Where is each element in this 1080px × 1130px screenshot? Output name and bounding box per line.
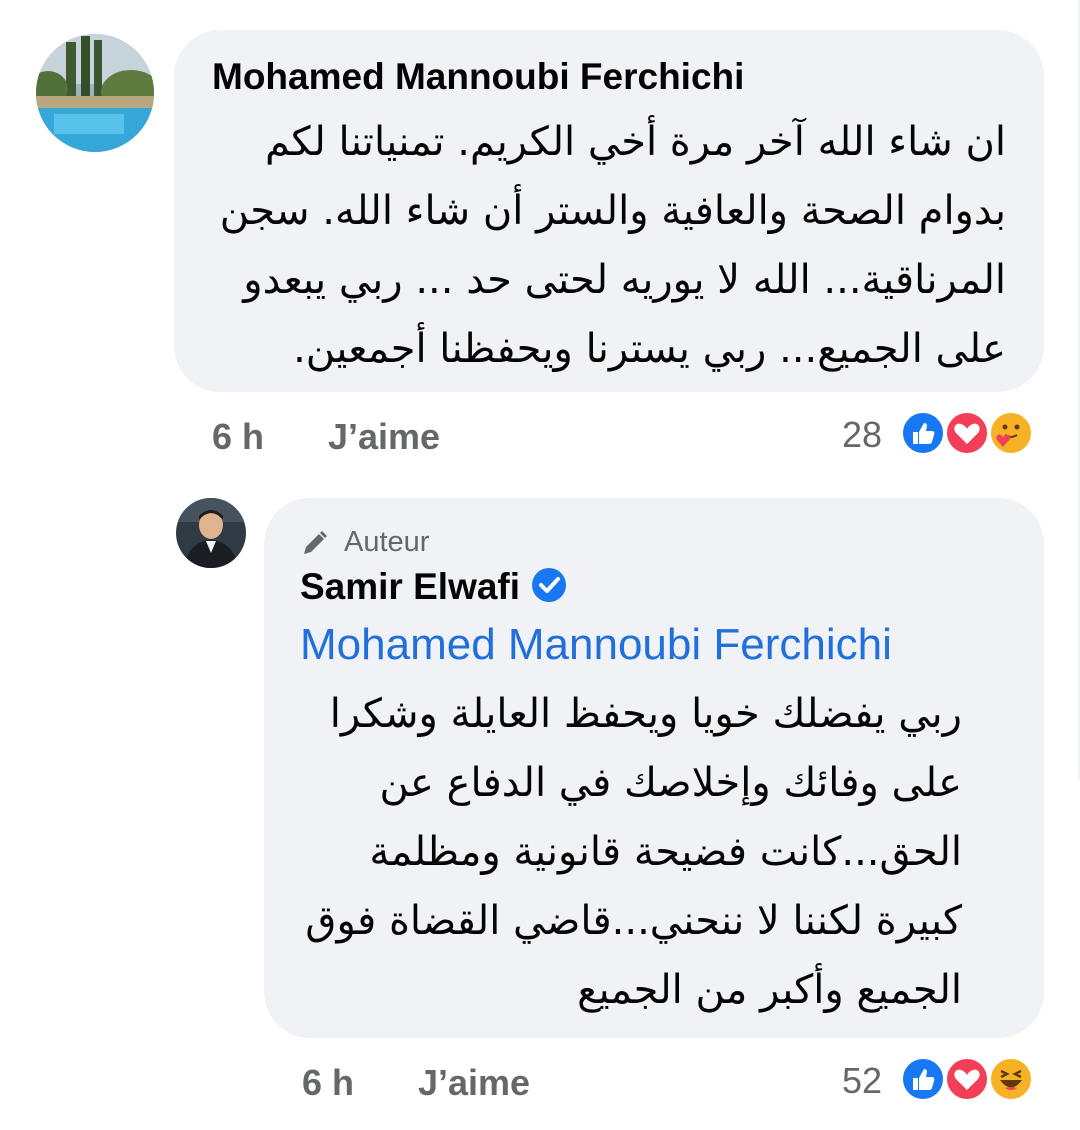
author-badge: Auteur	[300, 526, 429, 559]
pencil-icon	[304, 530, 327, 554]
haha-icon[interactable]	[988, 1056, 1034, 1102]
reply-line: كبيرة لكننا لا ننحني...قاضي القضاة فوق	[305, 898, 962, 944]
love-icon[interactable]	[944, 1056, 990, 1102]
edge-divider	[1068, 0, 1080, 780]
like-icon[interactable]	[900, 1056, 946, 1102]
reply-author-label[interactable]: Samir Elwafi	[300, 566, 520, 607]
care-icon[interactable]	[988, 410, 1034, 456]
comment-timestamp[interactable]: 6 h	[212, 416, 264, 458]
reply-timestamp[interactable]: 6 h	[302, 1062, 354, 1104]
comment-line: بدوام الصحة والعافية والستر أن شاء الله.…	[219, 188, 1006, 234]
like-icon[interactable]	[900, 410, 946, 456]
author-badge-label: Auteur	[344, 526, 430, 558]
like-button[interactable]: J’aime	[328, 416, 440, 458]
reply-text: ربي يفضلك خويا ويحفظ العايلة وشكرا على و…	[262, 680, 962, 1025]
reply-line: الحق...كانت فضيحة قانونية ومظلمة	[369, 829, 962, 875]
reply-like-button[interactable]: J’aime	[418, 1062, 530, 1104]
verified-badge-icon	[532, 568, 567, 603]
comment-line: على الجميع... ربي يسترنا ويحفظنا أجمعين.	[293, 326, 1006, 372]
reply-line: على وفائك وإخلاصك في الدفاع عن	[379, 760, 962, 806]
reply-line: الجميع وأكبر من الجميع	[577, 967, 962, 1013]
reply-line: ربي يفضلك خويا ويحفظ العايلة وشكرا	[329, 691, 962, 737]
comment-text: ان شاء الله آخر مرة أخي الكريم. تمنياتنا…	[186, 108, 1006, 384]
reaction-count[interactable]: 28	[842, 414, 882, 456]
avatar[interactable]	[176, 498, 246, 568]
comment-line: المرناقية... الله لا يوريه لحتى حد ... ر…	[243, 257, 1006, 303]
mention-link[interactable]: Mohamed Mannoubi Ferchichi	[300, 620, 892, 670]
love-icon[interactable]	[944, 410, 990, 456]
reply-author-name[interactable]: Samir Elwafi	[300, 566, 567, 608]
avatar[interactable]	[36, 34, 154, 152]
reply-reaction-count[interactable]: 52	[842, 1060, 882, 1102]
comment-line: ان شاء الله آخر مرة أخي الكريم. تمنياتنا…	[264, 119, 1006, 165]
comment-author-name[interactable]: Mohamed Mannoubi Ferchichi	[212, 56, 744, 98]
